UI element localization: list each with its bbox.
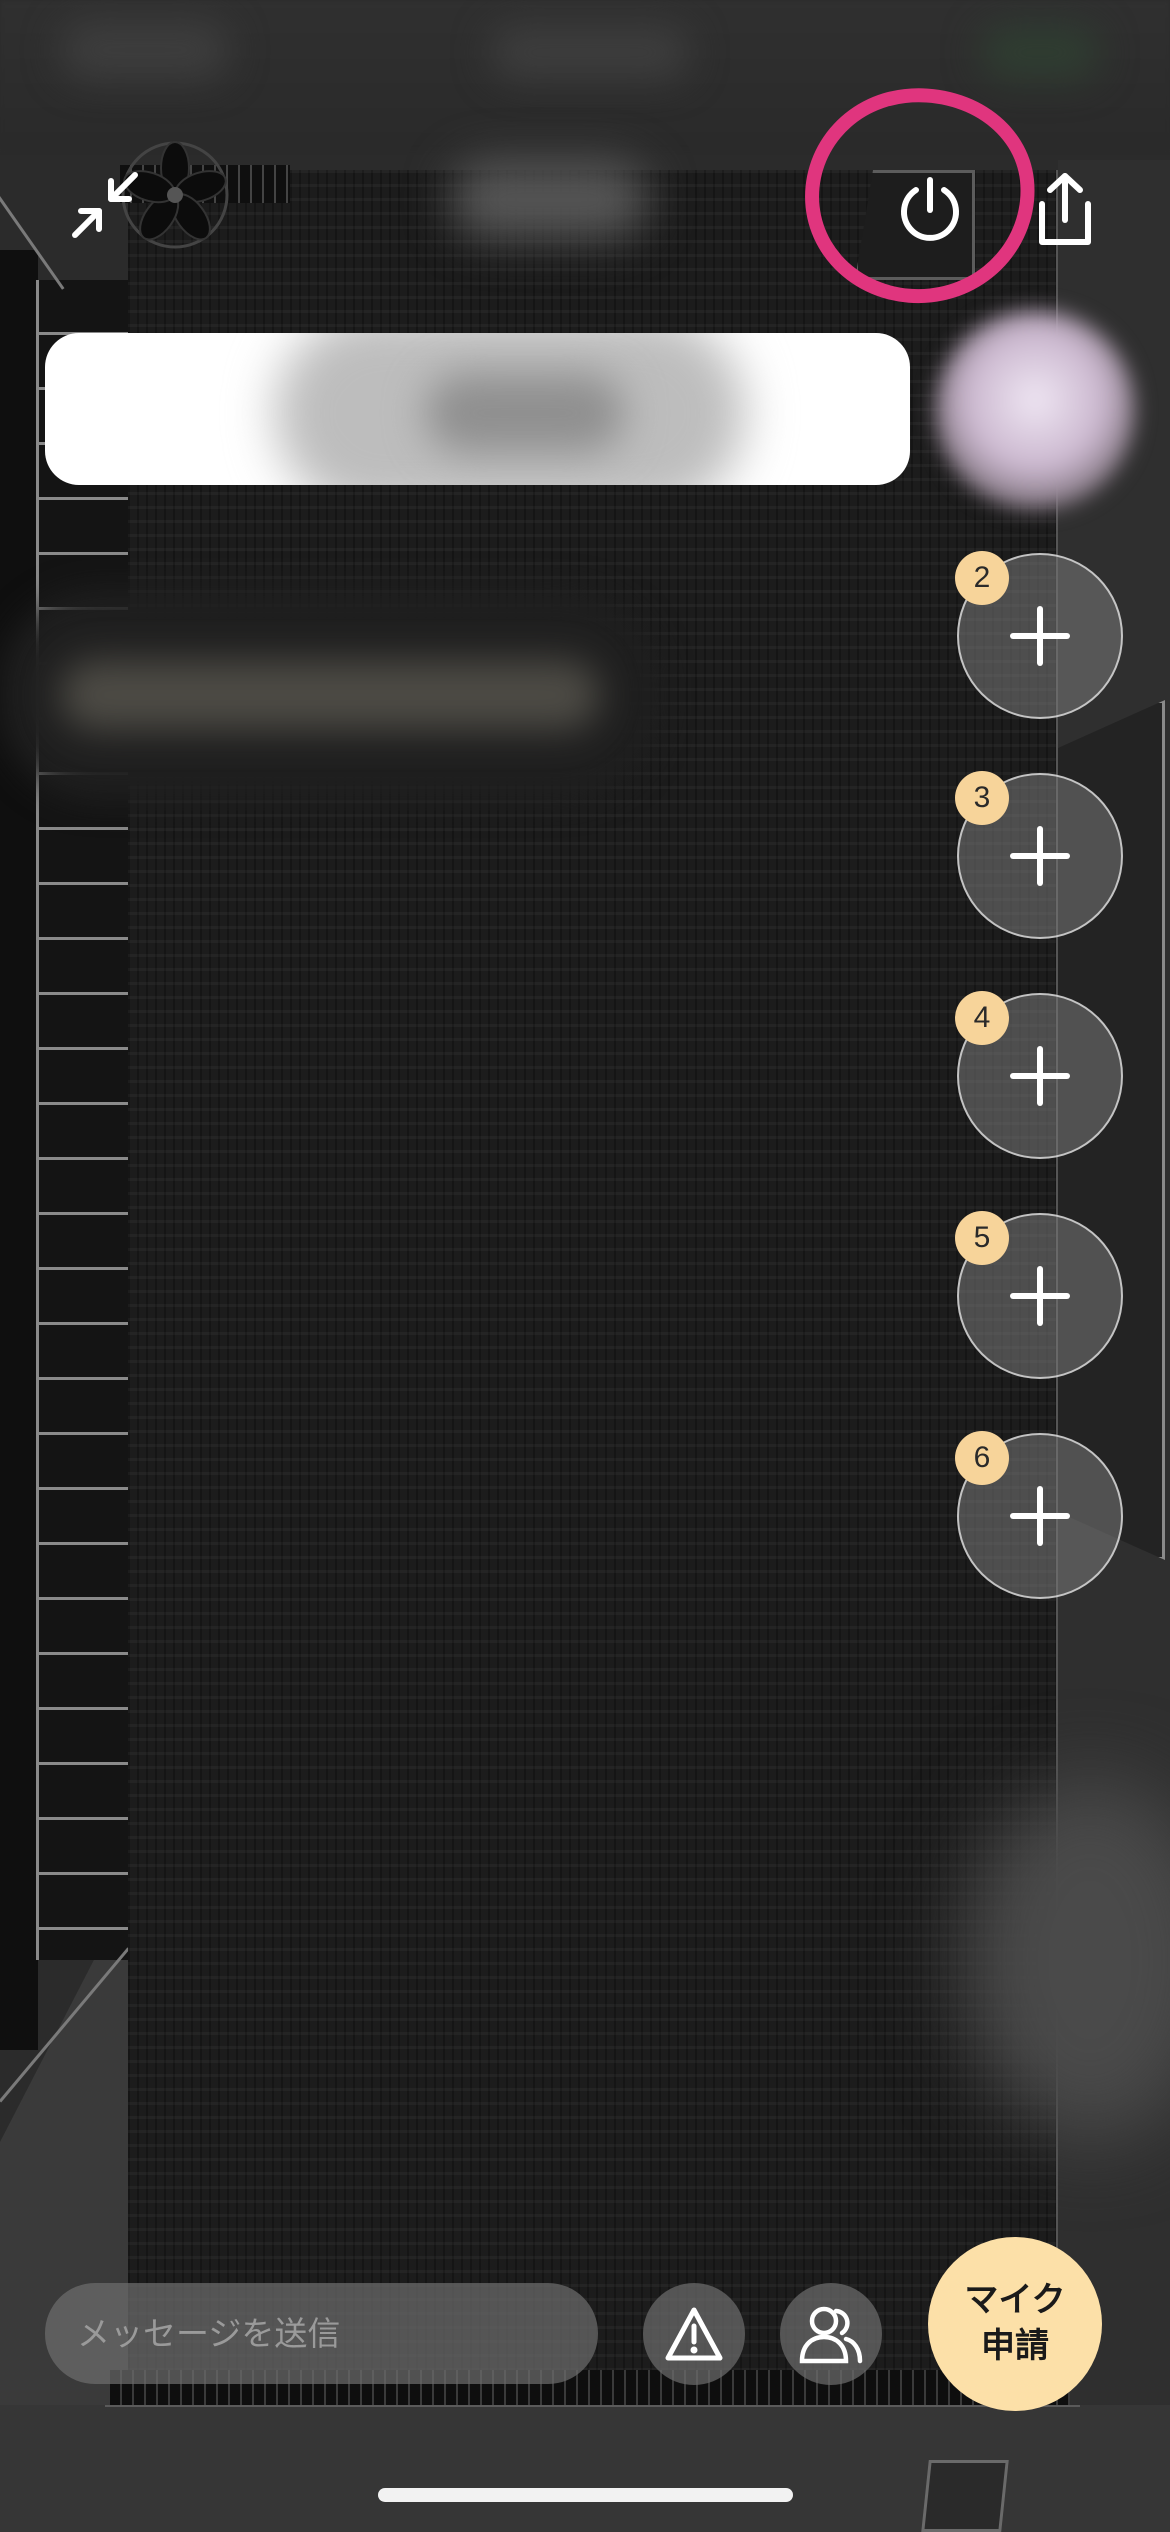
left-shelf bbox=[36, 280, 132, 1960]
mic-request-button[interactable]: マイク 申請 bbox=[928, 2237, 1102, 2411]
warning-triangle-icon bbox=[665, 2307, 723, 2361]
seat-number-badge: 6 bbox=[955, 1431, 1009, 1485]
top-blurred-object bbox=[450, 160, 650, 240]
mic-request-label-line2: 申請 bbox=[981, 2326, 1049, 2366]
plus-icon bbox=[1010, 1486, 1070, 1546]
room-title-banner bbox=[45, 333, 910, 485]
plus-icon bbox=[1010, 606, 1070, 666]
members-button[interactable] bbox=[780, 2283, 882, 2385]
home-indicator[interactable] bbox=[378, 2488, 793, 2502]
floor-device bbox=[921, 2460, 1009, 2532]
seat-number-badge: 3 bbox=[955, 771, 1009, 825]
status-blur-left bbox=[60, 20, 230, 80]
redacted-info-text bbox=[60, 660, 600, 730]
back-wall-panel bbox=[128, 170, 1058, 2380]
floor-edge bbox=[105, 2405, 1080, 2407]
plus-icon bbox=[1010, 826, 1070, 886]
left-wall bbox=[0, 250, 38, 2050]
seat-button-2[interactable]: 2 bbox=[955, 551, 1123, 719]
redacted-title-inner bbox=[425, 373, 625, 453]
plus-icon bbox=[1010, 1046, 1070, 1106]
seat-button-4[interactable]: 4 bbox=[955, 991, 1123, 1159]
status-blur-right bbox=[980, 25, 1100, 80]
seat-number-badge: 5 bbox=[955, 1211, 1009, 1265]
minimize-arrows-icon bbox=[72, 172, 138, 238]
seat-button-6[interactable]: 6 bbox=[955, 1431, 1123, 1599]
seat-number-badge: 2 bbox=[955, 551, 1009, 605]
seat-number-badge: 4 bbox=[955, 991, 1009, 1045]
status-blur-center bbox=[490, 25, 690, 80]
seat-button-3[interactable]: 3 bbox=[955, 771, 1123, 939]
mic-request-label-line1: マイク bbox=[964, 2280, 1066, 2321]
message-input[interactable] bbox=[45, 2283, 598, 2384]
host-avatar[interactable] bbox=[935, 310, 1135, 510]
share-upload-icon bbox=[1039, 173, 1091, 245]
seat-button-5[interactable]: 5 bbox=[955, 1211, 1123, 1379]
share-button[interactable] bbox=[1020, 160, 1110, 260]
minimize-button[interactable] bbox=[60, 160, 150, 250]
people-icon bbox=[799, 2306, 863, 2364]
plus-icon bbox=[1010, 1266, 1070, 1326]
report-button[interactable] bbox=[643, 2283, 745, 2385]
